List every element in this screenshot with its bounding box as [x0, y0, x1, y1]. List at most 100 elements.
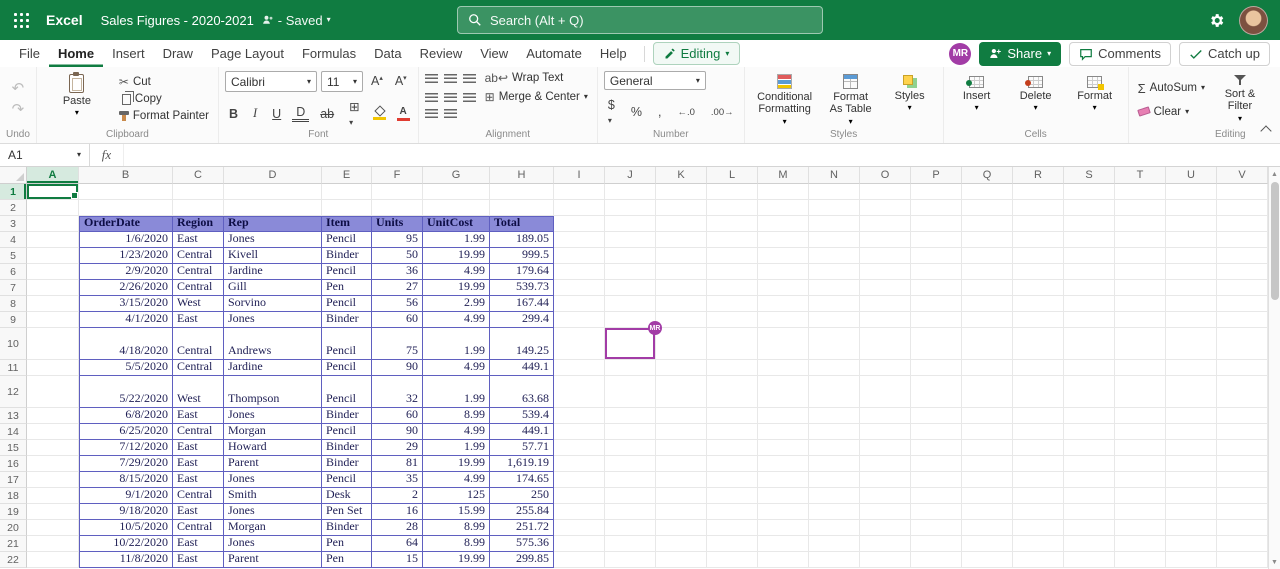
cell-V1[interactable]	[1217, 184, 1268, 200]
tab-file[interactable]: File	[10, 40, 49, 67]
cell-M22[interactable]	[758, 552, 809, 568]
wrap-text-button[interactable]: ab↩ Wrap Text	[482, 71, 567, 85]
cell-R22[interactable]	[1013, 552, 1064, 568]
tab-draw[interactable]: Draw	[154, 40, 202, 67]
delete-cells-button[interactable]: Delete ▾	[1009, 71, 1063, 127]
cell-C8[interactable]: West	[173, 296, 224, 312]
cell-L5[interactable]	[707, 248, 758, 264]
cell-T1[interactable]	[1115, 184, 1166, 200]
cell-Q6[interactable]	[962, 264, 1013, 280]
cell-T14[interactable]	[1115, 424, 1166, 440]
cell-S5[interactable]	[1064, 248, 1115, 264]
cell-V19[interactable]	[1217, 504, 1268, 520]
cell-E17[interactable]: Pencil	[322, 472, 372, 488]
cell-N20[interactable]	[809, 520, 860, 536]
cell-R19[interactable]	[1013, 504, 1064, 520]
cell-T8[interactable]	[1115, 296, 1166, 312]
cell-K8[interactable]	[656, 296, 707, 312]
cell-U19[interactable]	[1166, 504, 1217, 520]
cell-A19[interactable]	[27, 504, 79, 520]
cell-R5[interactable]	[1013, 248, 1064, 264]
cell-B8[interactable]: 3/15/2020	[79, 296, 173, 312]
cell-V11[interactable]	[1217, 360, 1268, 376]
cell-A14[interactable]	[27, 424, 79, 440]
cell-S21[interactable]	[1064, 536, 1115, 552]
cell-B10[interactable]: 4/18/2020	[79, 328, 173, 360]
share-button[interactable]: Share ▾	[979, 42, 1061, 66]
cell-D18[interactable]: Smith	[224, 488, 322, 504]
cell-U8[interactable]	[1166, 296, 1217, 312]
column-header-M[interactable]: M	[758, 167, 809, 184]
row-header-4[interactable]: 4	[0, 232, 27, 248]
cell-N16[interactable]	[809, 456, 860, 472]
cell-I9[interactable]	[554, 312, 605, 328]
cell-B2[interactable]	[79, 200, 173, 216]
cell-J2[interactable]	[605, 200, 656, 216]
cell-R2[interactable]	[1013, 200, 1064, 216]
cell-S4[interactable]	[1064, 232, 1115, 248]
align-top-icon[interactable]	[425, 74, 438, 83]
cell-E15[interactable]: Binder	[322, 440, 372, 456]
app-launcher-button[interactable]	[0, 0, 42, 40]
cell-R8[interactable]	[1013, 296, 1064, 312]
cell-H2[interactable]	[490, 200, 554, 216]
cell-N13[interactable]	[809, 408, 860, 424]
column-header-P[interactable]: P	[911, 167, 962, 184]
cell-M15[interactable]	[758, 440, 809, 456]
cell-V10[interactable]	[1217, 328, 1268, 360]
cell-Q8[interactable]	[962, 296, 1013, 312]
cell-M7[interactable]	[758, 280, 809, 296]
cell-J15[interactable]	[605, 440, 656, 456]
cell-D8[interactable]: Sorvino	[224, 296, 322, 312]
search-bar[interactable]	[457, 6, 823, 34]
cell-P18[interactable]	[911, 488, 962, 504]
cell-F3[interactable]: Units	[372, 216, 423, 232]
cell-H1[interactable]	[490, 184, 554, 200]
cell-T7[interactable]	[1115, 280, 1166, 296]
cell-N9[interactable]	[809, 312, 860, 328]
cell-G14[interactable]: 4.99	[423, 424, 490, 440]
cell-P7[interactable]	[911, 280, 962, 296]
cell-J8[interactable]	[605, 296, 656, 312]
cell-N21[interactable]	[809, 536, 860, 552]
row-header-10[interactable]: 10	[0, 328, 27, 360]
cell-Q10[interactable]	[962, 328, 1013, 360]
cell-R20[interactable]	[1013, 520, 1064, 536]
cell-K6[interactable]	[656, 264, 707, 280]
row-header-18[interactable]: 18	[0, 488, 27, 504]
vertical-scrollbar[interactable]: ▲ ▼	[1268, 167, 1280, 569]
document-title[interactable]: Sales Figures - 2020-2021	[101, 13, 254, 28]
cell-F7[interactable]: 27	[372, 280, 423, 296]
cell-P3[interactable]	[911, 216, 962, 232]
cell-L7[interactable]	[707, 280, 758, 296]
row-header-20[interactable]: 20	[0, 520, 27, 536]
cell-D16[interactable]: Parent	[224, 456, 322, 472]
cell-M4[interactable]	[758, 232, 809, 248]
cell-K2[interactable]	[656, 200, 707, 216]
cell-U15[interactable]	[1166, 440, 1217, 456]
cell-H12[interactable]: 63.68	[490, 376, 554, 408]
cell-K7[interactable]	[656, 280, 707, 296]
align-center-icon[interactable]	[444, 93, 457, 102]
cell-T10[interactable]	[1115, 328, 1166, 360]
cell-I4[interactable]	[554, 232, 605, 248]
cell-N11[interactable]	[809, 360, 860, 376]
cell-R9[interactable]	[1013, 312, 1064, 328]
cell-H4[interactable]: 189.05	[490, 232, 554, 248]
cell-P19[interactable]	[911, 504, 962, 520]
cell-P13[interactable]	[911, 408, 962, 424]
bold-button[interactable]: B	[225, 106, 242, 122]
cell-O6[interactable]	[860, 264, 911, 280]
cell-V13[interactable]	[1217, 408, 1268, 424]
row-header-21[interactable]: 21	[0, 536, 27, 552]
cell-A4[interactable]	[27, 232, 79, 248]
cell-K21[interactable]	[656, 536, 707, 552]
cell-C13[interactable]: East	[173, 408, 224, 424]
cell-O15[interactable]	[860, 440, 911, 456]
cell-K17[interactable]	[656, 472, 707, 488]
cell-Q5[interactable]	[962, 248, 1013, 264]
cell-P22[interactable]	[911, 552, 962, 568]
cell-J20[interactable]	[605, 520, 656, 536]
cell-J22[interactable]	[605, 552, 656, 568]
cell-J4[interactable]	[605, 232, 656, 248]
